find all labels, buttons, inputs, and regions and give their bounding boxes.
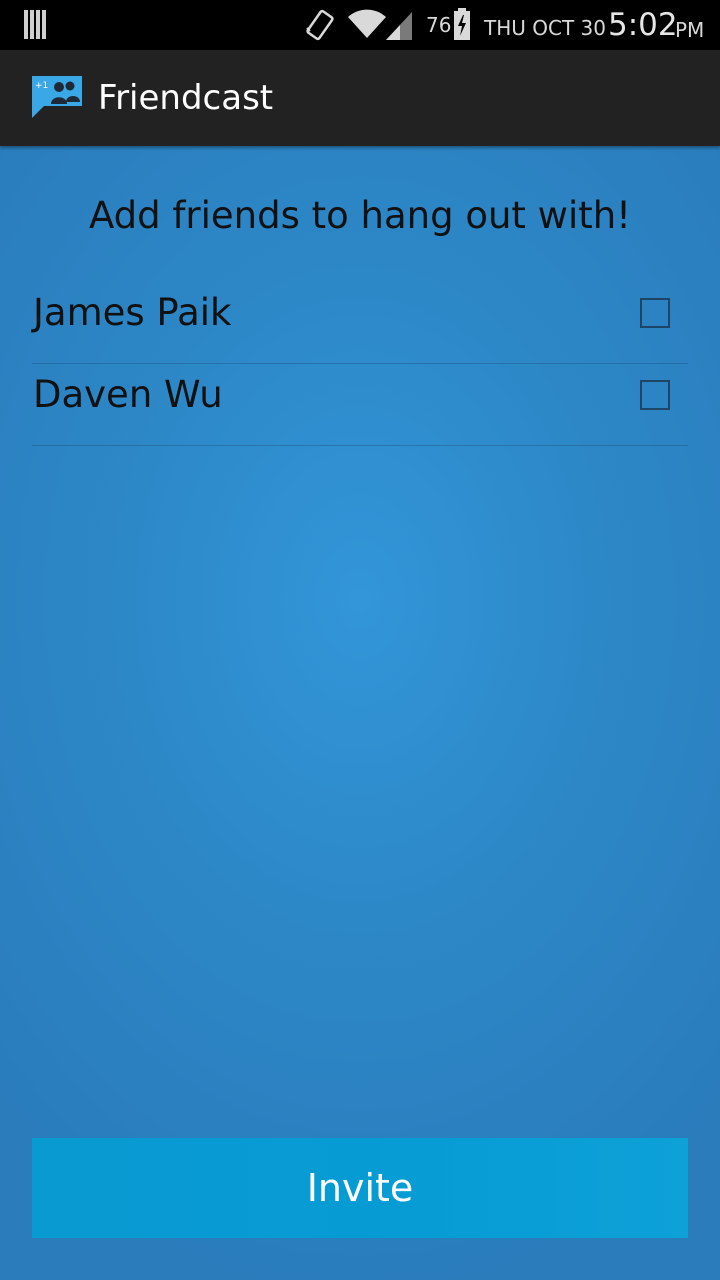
vibrate-icon	[306, 9, 334, 41]
action-bar: +1 Friendcast	[0, 50, 720, 146]
status-date: THU OCT 30	[484, 16, 606, 40]
battery-charging-icon	[454, 8, 470, 40]
screen: 76 THU OCT 30 5:02 PM +1 Friendcast Add …	[0, 0, 720, 1280]
friendcast-app-icon[interactable]: +1	[30, 76, 84, 120]
status-time: 5:02	[608, 7, 678, 43]
friend-checkbox[interactable]	[640, 298, 670, 328]
signal-icon	[386, 12, 412, 40]
battery-level: 76	[426, 13, 452, 37]
invite-button[interactable]: Invite	[32, 1138, 688, 1238]
wifi-icon	[348, 9, 386, 38]
friend-name: Daven Wu	[33, 373, 223, 416]
page-heading: Add friends to hang out with!	[88, 194, 632, 237]
friend-name: James Paik	[33, 291, 232, 334]
friend-checkbox[interactable]	[640, 380, 670, 410]
friend-list-item[interactable]: Daven Wu	[32, 363, 688, 446]
notification-bars-icon	[24, 10, 46, 39]
friend-list-item[interactable]: James Paik	[32, 281, 688, 364]
app-title: Friendcast	[98, 78, 274, 118]
status-bar: 76 THU OCT 30 5:02 PM	[0, 0, 720, 50]
status-ampm: PM	[675, 18, 705, 42]
app-icon-badge: +1	[35, 81, 48, 91]
